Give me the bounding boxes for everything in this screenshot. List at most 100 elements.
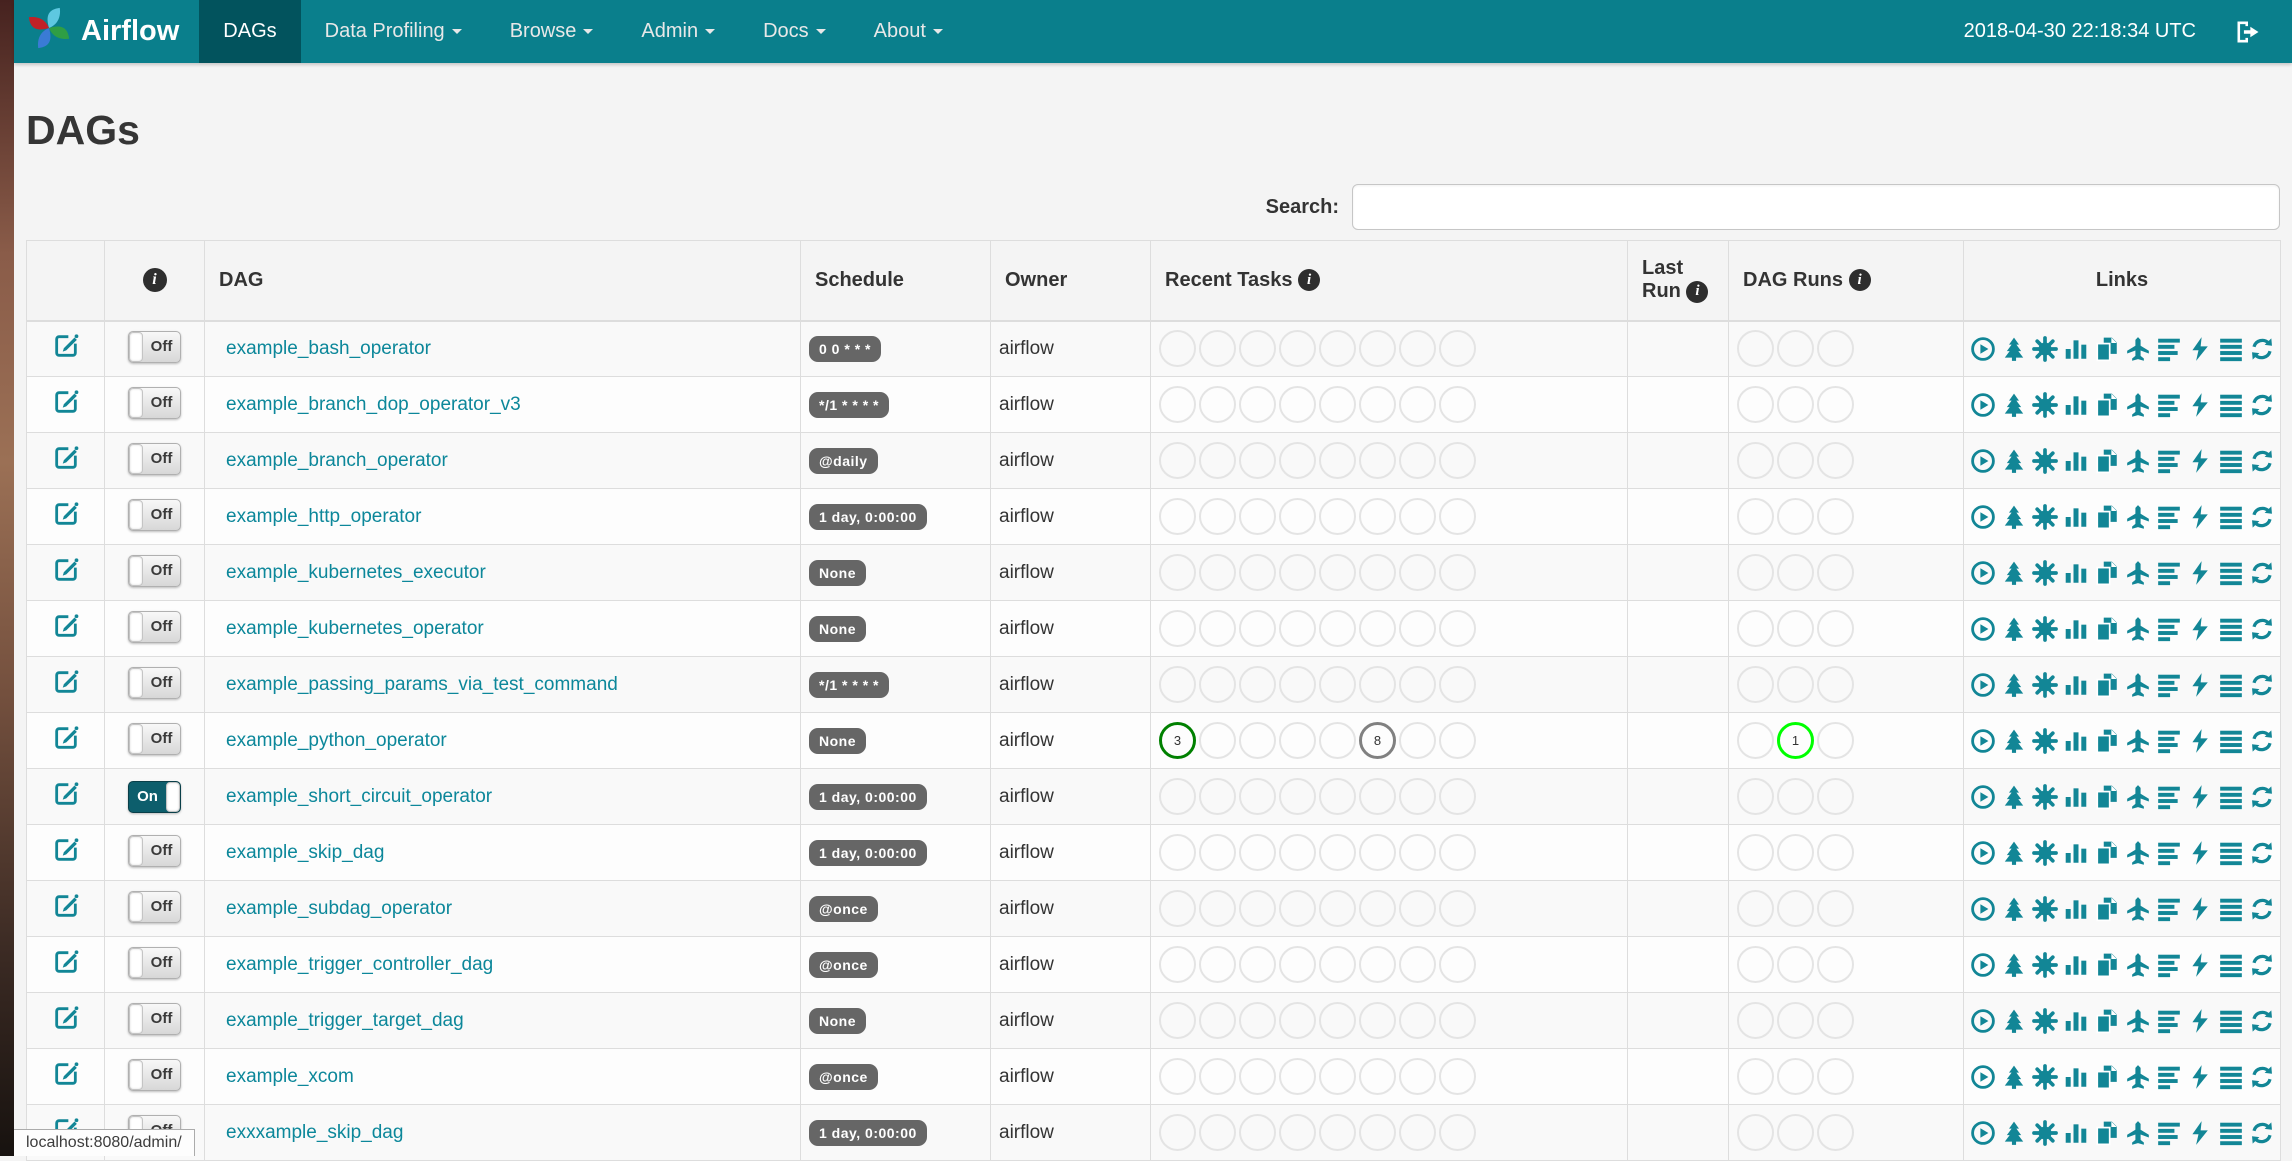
landing-times-icon[interactable] xyxy=(2125,1064,2151,1090)
task-state-circle[interactable] xyxy=(1199,834,1236,871)
task-duration-icon[interactable] xyxy=(2063,1120,2089,1146)
task-state-circle[interactable] xyxy=(1737,666,1774,703)
code-view-icon[interactable] xyxy=(2187,1120,2213,1146)
log-view-icon[interactable] xyxy=(2218,952,2244,978)
task-duration-icon[interactable] xyxy=(2063,728,2089,754)
landing-times-icon[interactable] xyxy=(2125,952,2151,978)
task-state-circle[interactable] xyxy=(1159,498,1196,535)
task-tries-icon[interactable] xyxy=(2094,728,2120,754)
landing-times-icon[interactable] xyxy=(2125,448,2151,474)
task-state-circle[interactable] xyxy=(1239,666,1276,703)
task-state-circle[interactable] xyxy=(1817,554,1854,591)
gantt-view-icon[interactable] xyxy=(2156,784,2182,810)
refresh-icon[interactable] xyxy=(2249,560,2275,586)
tree-view-icon[interactable] xyxy=(2001,784,2027,810)
task-state-circle[interactable] xyxy=(1439,386,1476,423)
refresh-icon[interactable] xyxy=(2249,504,2275,530)
task-state-circle[interactable] xyxy=(1199,1002,1236,1039)
task-state-circle[interactable] xyxy=(1439,1002,1476,1039)
task-state-circle[interactable] xyxy=(1399,498,1436,535)
code-view-icon[interactable] xyxy=(2187,336,2213,362)
refresh-icon[interactable] xyxy=(2249,1120,2275,1146)
task-state-circle[interactable] xyxy=(1319,442,1356,479)
task-state-circle[interactable] xyxy=(1439,722,1476,759)
task-state-circle[interactable] xyxy=(1159,890,1196,927)
task-state-circle[interactable] xyxy=(1239,946,1276,983)
trigger-dag-icon[interactable] xyxy=(1970,672,1996,698)
landing-times-icon[interactable] xyxy=(2125,616,2151,642)
task-state-circle[interactable] xyxy=(1279,1114,1316,1151)
code-view-icon[interactable] xyxy=(2187,728,2213,754)
edit-dag-icon[interactable] xyxy=(52,332,80,360)
task-state-circle[interactable] xyxy=(1817,834,1854,871)
task-state-circle[interactable] xyxy=(1359,498,1396,535)
trigger-dag-icon[interactable] xyxy=(1970,616,1996,642)
nav-item-about[interactable]: About xyxy=(850,0,967,63)
task-state-circle[interactable] xyxy=(1777,554,1814,591)
dag-pause-toggle[interactable]: Off xyxy=(128,331,181,363)
task-state-circle[interactable] xyxy=(1159,1058,1196,1095)
task-state-circle[interactable] xyxy=(1319,386,1356,423)
task-state-circle[interactable] xyxy=(1439,610,1476,647)
task-state-circle[interactable] xyxy=(1359,834,1396,871)
task-state-circle[interactable]: 3 xyxy=(1159,722,1196,759)
gantt-view-icon[interactable] xyxy=(2156,336,2182,362)
task-duration-icon[interactable] xyxy=(2063,448,2089,474)
dag-pause-toggle[interactable]: Off xyxy=(128,667,181,699)
gantt-view-icon[interactable] xyxy=(2156,1120,2182,1146)
task-duration-icon[interactable] xyxy=(2063,560,2089,586)
task-state-circle[interactable] xyxy=(1319,946,1356,983)
code-view-icon[interactable] xyxy=(2187,896,2213,922)
graph-view-icon[interactable] xyxy=(2032,1008,2058,1034)
refresh-icon[interactable] xyxy=(2249,336,2275,362)
task-state-circle[interactable] xyxy=(1439,498,1476,535)
task-state-circle[interactable] xyxy=(1439,554,1476,591)
landing-times-icon[interactable] xyxy=(2125,336,2151,362)
task-state-circle[interactable] xyxy=(1737,834,1774,871)
task-state-circle[interactable] xyxy=(1199,498,1236,535)
refresh-icon[interactable] xyxy=(2249,728,2275,754)
nav-item-admin[interactable]: Admin xyxy=(617,0,739,63)
task-duration-icon[interactable] xyxy=(2063,336,2089,362)
landing-times-icon[interactable] xyxy=(2125,392,2151,418)
edit-dag-icon[interactable] xyxy=(52,1060,80,1088)
task-state-circle[interactable] xyxy=(1239,442,1276,479)
task-state-circle[interactable] xyxy=(1737,554,1774,591)
dag-link[interactable]: example_passing_params_via_test_command xyxy=(226,674,618,695)
dag-link[interactable]: example_trigger_target_dag xyxy=(226,1010,464,1031)
task-duration-icon[interactable] xyxy=(2063,896,2089,922)
dag-pause-toggle[interactable]: Off xyxy=(128,723,181,755)
dag-pause-toggle[interactable]: Off xyxy=(128,947,181,979)
refresh-icon[interactable] xyxy=(2249,896,2275,922)
log-view-icon[interactable] xyxy=(2218,840,2244,866)
gantt-view-icon[interactable] xyxy=(2156,1064,2182,1090)
refresh-icon[interactable] xyxy=(2249,952,2275,978)
task-state-circle[interactable] xyxy=(1439,442,1476,479)
task-state-circle[interactable] xyxy=(1359,666,1396,703)
task-state-circle[interactable] xyxy=(1777,666,1814,703)
task-state-circle[interactable] xyxy=(1159,834,1196,871)
task-state-circle[interactable] xyxy=(1159,442,1196,479)
task-state-circle[interactable] xyxy=(1817,1002,1854,1039)
task-state-circle[interactable] xyxy=(1279,386,1316,423)
log-view-icon[interactable] xyxy=(2218,1120,2244,1146)
dag-pause-toggle[interactable]: Off xyxy=(128,891,181,923)
task-state-circle[interactable] xyxy=(1439,666,1476,703)
task-state-circle[interactable] xyxy=(1399,442,1436,479)
task-state-circle[interactable] xyxy=(1319,666,1356,703)
task-state-circle[interactable] xyxy=(1817,498,1854,535)
task-tries-icon[interactable] xyxy=(2094,560,2120,586)
dag-link[interactable]: example_branch_dop_operator_v3 xyxy=(226,394,521,415)
refresh-icon[interactable] xyxy=(2249,392,2275,418)
task-state-circle[interactable] xyxy=(1239,1058,1276,1095)
gantt-view-icon[interactable] xyxy=(2156,952,2182,978)
task-state-circle[interactable] xyxy=(1199,946,1236,983)
trigger-dag-icon[interactable] xyxy=(1970,784,1996,810)
task-state-circle[interactable] xyxy=(1319,722,1356,759)
task-state-circle[interactable] xyxy=(1359,442,1396,479)
task-state-circle[interactable] xyxy=(1817,610,1854,647)
graph-view-icon[interactable] xyxy=(2032,504,2058,530)
task-state-circle[interactable] xyxy=(1777,442,1814,479)
dag-link[interactable]: example_short_circuit_operator xyxy=(226,786,492,807)
task-tries-icon[interactable] xyxy=(2094,840,2120,866)
